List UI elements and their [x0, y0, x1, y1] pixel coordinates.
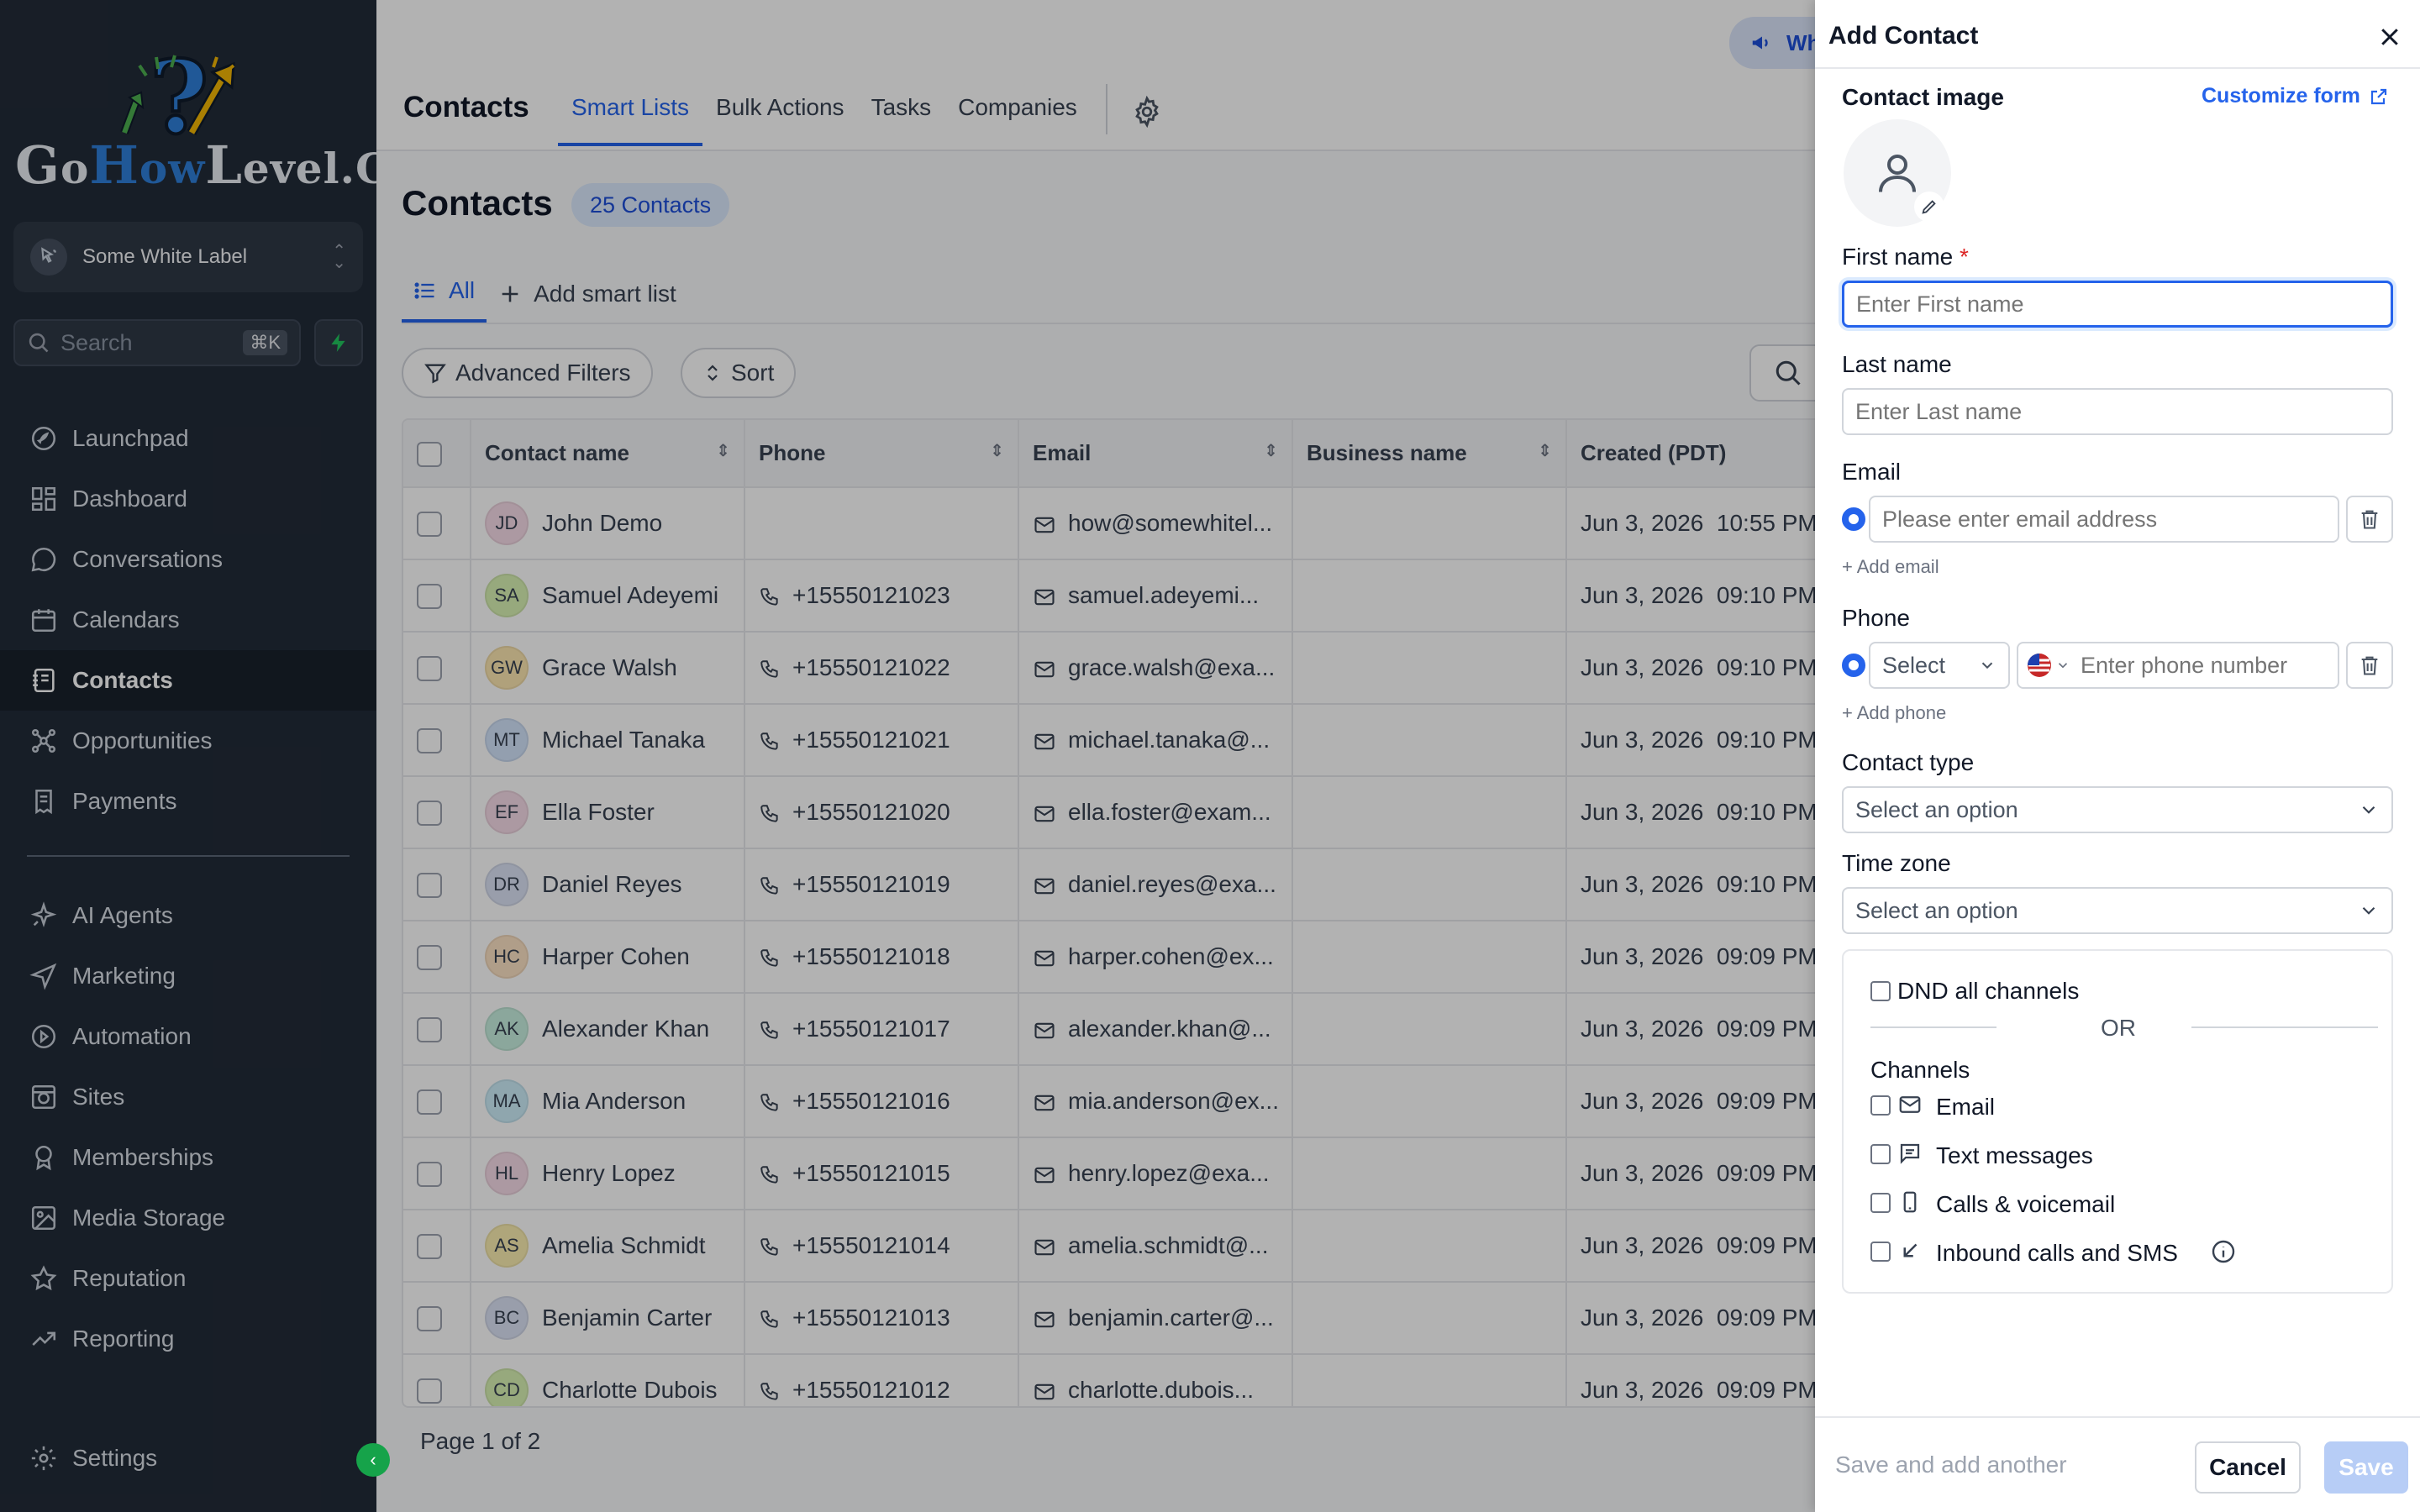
save-button[interactable]: Save: [2324, 1441, 2408, 1494]
primary-email-radio[interactable]: [1842, 507, 1865, 531]
required-mark: *: [1960, 244, 1969, 270]
first-name-label: First name *: [1842, 244, 1969, 270]
add-contact-drawer: Add Contact Contact image Customize form…: [1815, 0, 2420, 1512]
dnd-all-checkbox[interactable]: [1870, 981, 1891, 1001]
phone-type-value: Select: [1882, 652, 1946, 678]
channel-inbound-checkbox[interactable]: [1870, 1242, 1891, 1262]
customize-form-link[interactable]: Customize form: [2202, 84, 2389, 108]
add-email-link[interactable]: + Add email: [1842, 556, 1939, 578]
sidebar-collapse-button[interactable]: ‹: [356, 1443, 390, 1477]
edit-image-button[interactable]: [1914, 192, 1944, 222]
chevron-left-icon: ‹: [370, 1449, 376, 1470]
chevron-down-icon: [2362, 906, 2375, 915]
trash-icon: [2361, 656, 2378, 675]
phone-type-select[interactable]: Select: [1869, 642, 2010, 689]
phone-label: Phone: [1842, 605, 1910, 631]
primary-phone-radio[interactable]: [1842, 654, 1865, 677]
modal-overlay[interactable]: [0, 0, 1815, 1512]
message-icon: [1900, 1143, 1920, 1164]
phone-number-field[interactable]: [2017, 642, 2339, 689]
email-input[interactable]: [1869, 496, 2339, 543]
first-name-input[interactable]: [1842, 281, 2393, 328]
phone-input[interactable]: [2081, 652, 2299, 679]
dnd-all-label: DND all channels: [1897, 978, 2080, 1004]
last-name-input[interactable]: [1842, 388, 2393, 435]
contact-type-value: Select an option: [1855, 796, 2018, 822]
inbound-arrow-icon: [1903, 1243, 1918, 1257]
contact-type-select[interactable]: Select an option: [1842, 786, 2393, 833]
or-divider-left: [1870, 1026, 1996, 1028]
us-flag-icon[interactable]: [2027, 653, 2070, 678]
contact-image-label: Contact image: [1842, 84, 2004, 110]
add-phone-link[interactable]: + Add phone: [1842, 702, 1946, 724]
channel-email-checkbox[interactable]: [1870, 1095, 1891, 1116]
delete-phone-button[interactable]: [2346, 642, 2393, 689]
info-icon[interactable]: [2210, 1238, 2237, 1265]
or-label: OR: [2101, 1015, 2136, 1041]
last-name-label: Last name: [1842, 351, 1952, 377]
chevron-down-icon: [1981, 662, 1993, 669]
channel-inbound-label: Inbound calls and SMS: [1936, 1240, 2178, 1266]
first-name-label-text: First name: [1842, 244, 1954, 270]
close-button[interactable]: [2373, 20, 2407, 54]
customize-form-label: Customize form: [2202, 84, 2360, 108]
save-and-add-another-button[interactable]: Save and add another: [1835, 1452, 2067, 1478]
channel-sms-label: Text messages: [1936, 1142, 2093, 1168]
envelope-icon: [1899, 1096, 1921, 1113]
user-icon: [1879, 155, 1916, 192]
or-divider-right: [2191, 1026, 2378, 1028]
external-link-icon: [2370, 88, 2387, 104]
chevron-down-icon: [2362, 806, 2375, 814]
channel-calls-checkbox[interactable]: [1870, 1193, 1891, 1213]
email-label: Email: [1842, 459, 1902, 485]
drawer-footer: Save and add another Cancel Save: [1815, 1416, 2420, 1512]
time-zone-value: Select an option: [1855, 897, 2018, 923]
time-zone-select[interactable]: Select an option: [1842, 887, 2393, 934]
time-zone-label: Time zone: [1842, 850, 1951, 876]
contact-type-label: Contact type: [1842, 749, 1975, 775]
pencil-icon: [1922, 200, 1936, 214]
trash-icon: [2361, 510, 2378, 529]
close-icon: [2381, 29, 2398, 45]
cancel-button[interactable]: Cancel: [2195, 1441, 2301, 1494]
mobile-phone-icon: [1903, 1191, 1917, 1213]
drawer-title: Add Contact: [1828, 22, 1979, 50]
delete-email-button[interactable]: [2346, 496, 2393, 543]
channel-sms-checkbox[interactable]: [1870, 1144, 1891, 1164]
drawer-header: Add Contact: [1815, 0, 2420, 69]
channel-email-label: Email: [1936, 1094, 1996, 1120]
channels-label: Channels: [1870, 1057, 1970, 1083]
channel-calls-label: Calls & voicemail: [1936, 1191, 2116, 1217]
